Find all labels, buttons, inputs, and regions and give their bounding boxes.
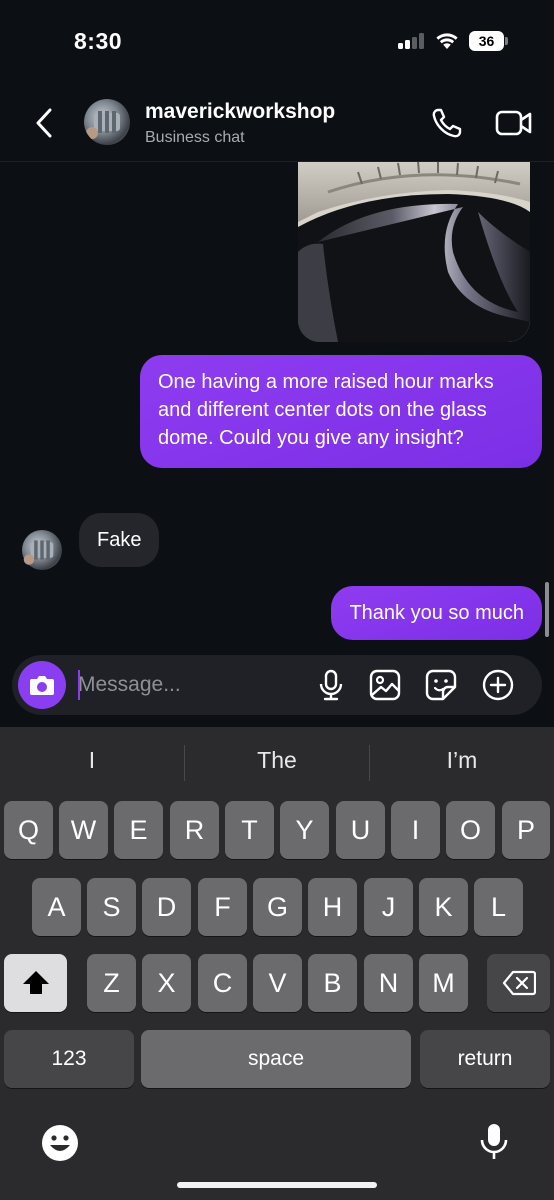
video-camera-icon[interactable] bbox=[494, 106, 534, 140]
keyboard: I The I’m Q W E R T Y U I O P A S D F G … bbox=[0, 727, 554, 1200]
incoming-message-bubble[interactable]: Fake bbox=[79, 513, 160, 567]
plus-icon[interactable] bbox=[481, 668, 515, 702]
key-m[interactable]: M bbox=[419, 954, 468, 1012]
key-x[interactable]: X bbox=[142, 954, 191, 1012]
message-composer bbox=[12, 655, 542, 715]
text-cursor bbox=[78, 670, 80, 700]
numbers-key[interactable]: 123 bbox=[4, 1030, 134, 1088]
key-a[interactable]: A bbox=[32, 878, 81, 936]
dictation-icon[interactable] bbox=[474, 1121, 514, 1161]
key-d[interactable]: D bbox=[142, 878, 191, 936]
key-s[interactable]: S bbox=[87, 878, 136, 936]
suggestion[interactable]: The bbox=[185, 747, 369, 774]
key-j[interactable]: J bbox=[364, 878, 413, 936]
microphone-icon[interactable] bbox=[314, 668, 348, 702]
suggestion[interactable]: I bbox=[0, 747, 184, 774]
key-w[interactable]: W bbox=[59, 801, 108, 859]
key-f[interactable]: F bbox=[198, 878, 247, 936]
key-b[interactable]: B bbox=[308, 954, 357, 1012]
chat-header: maverickworkshop Business chat bbox=[0, 84, 554, 162]
sender-avatar[interactable] bbox=[22, 530, 62, 570]
key-k[interactable]: K bbox=[419, 878, 468, 936]
gallery-icon[interactable] bbox=[368, 668, 402, 702]
chevron-left-icon[interactable] bbox=[30, 106, 60, 140]
home-indicator[interactable] bbox=[177, 1182, 377, 1188]
emoji-icon[interactable] bbox=[40, 1123, 80, 1163]
image-message[interactable] bbox=[298, 162, 530, 342]
key-o[interactable]: O bbox=[446, 801, 495, 859]
key-c[interactable]: C bbox=[198, 954, 247, 1012]
key-z[interactable]: Z bbox=[87, 954, 136, 1012]
outgoing-message-bubble[interactable]: One having a more raised hour marks and … bbox=[140, 355, 542, 468]
return-key[interactable]: return bbox=[420, 1030, 550, 1088]
wifi-icon bbox=[436, 33, 458, 49]
outgoing-message-bubble[interactable]: Thank you so much bbox=[331, 586, 542, 640]
camera-icon bbox=[30, 676, 54, 695]
battery-icon: 36 bbox=[469, 31, 509, 51]
battery-level: 36 bbox=[469, 31, 504, 51]
shift-key[interactable] bbox=[4, 954, 67, 1012]
shift-icon bbox=[22, 971, 49, 994]
key-q[interactable]: Q bbox=[4, 801, 53, 859]
key-g[interactable]: G bbox=[253, 878, 302, 936]
key-l[interactable]: L bbox=[474, 878, 523, 936]
key-e[interactable]: E bbox=[114, 801, 163, 859]
contact-name[interactable]: maverickworkshop bbox=[145, 100, 335, 124]
predictive-bar: I The I’m bbox=[0, 727, 554, 799]
space-key[interactable]: space bbox=[141, 1030, 411, 1088]
key-y[interactable]: Y bbox=[280, 801, 329, 859]
key-v[interactable]: V bbox=[253, 954, 302, 1012]
phone-icon[interactable] bbox=[430, 106, 464, 140]
message-input[interactable] bbox=[78, 667, 298, 703]
status-time: 8:30 bbox=[74, 28, 123, 54]
chat-type-label: Business chat bbox=[145, 129, 245, 146]
key-t[interactable]: T bbox=[225, 801, 274, 859]
sticker-icon[interactable] bbox=[424, 668, 458, 702]
key-p[interactable]: P bbox=[502, 801, 550, 859]
key-r[interactable]: R bbox=[170, 801, 219, 859]
message-thread[interactable]: One having a more raised hour marks and … bbox=[0, 162, 554, 654]
cellular-signal-icon bbox=[398, 33, 426, 49]
key-n[interactable]: N bbox=[364, 954, 413, 1012]
suggestion[interactable]: I’m bbox=[370, 747, 554, 774]
camera-button[interactable] bbox=[18, 661, 66, 709]
contact-avatar[interactable] bbox=[84, 99, 130, 145]
key-h[interactable]: H bbox=[308, 878, 357, 936]
scrollbar[interactable] bbox=[545, 582, 549, 637]
backspace-key[interactable] bbox=[487, 954, 550, 1012]
status-bar: 8:30 36 bbox=[0, 0, 554, 84]
key-i[interactable]: I bbox=[391, 801, 440, 859]
backspace-icon bbox=[502, 970, 536, 996]
key-u[interactable]: U bbox=[336, 801, 385, 859]
